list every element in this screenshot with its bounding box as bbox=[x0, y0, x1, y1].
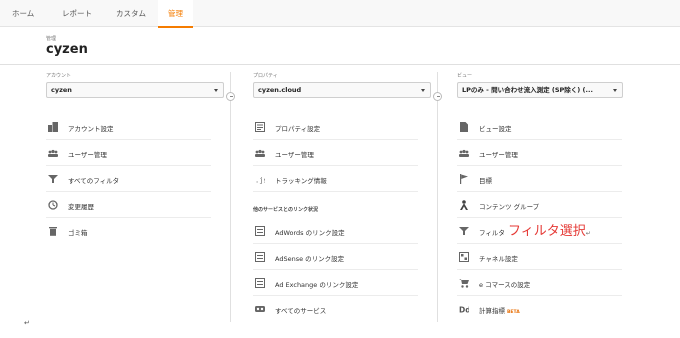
property-label: プロパティ bbox=[253, 73, 278, 79]
account-user-management-item[interactable]: ユーザー管理 bbox=[46, 140, 211, 166]
view-selected-value: LPのみ - 問い合わせ流入測定 (SP除く) (... bbox=[462, 86, 593, 94]
all-products-item[interactable]: すべてのサービス bbox=[253, 296, 418, 322]
filter-selection-annotation: フィルタ選択↵ bbox=[508, 220, 591, 239]
adwords-icon bbox=[255, 226, 265, 236]
account-change-history-item[interactable]: 変更履歴 bbox=[46, 192, 211, 218]
person-icon bbox=[460, 200, 468, 210]
account-settings-label: アカウント設定 bbox=[68, 125, 114, 133]
account-label: アカウント bbox=[46, 73, 72, 79]
adwords-linking-item[interactable]: AdWords のリンク設定 bbox=[253, 218, 418, 244]
calculated-metrics-label: 計算指標 BETA bbox=[479, 305, 520, 315]
goals-item[interactable]: 目標 bbox=[457, 166, 622, 192]
trash-icon bbox=[49, 227, 57, 236]
document-icon bbox=[460, 122, 468, 132]
adsense-linking-item[interactable]: AdSense のリンク設定 bbox=[253, 244, 418, 270]
filter-icon bbox=[459, 227, 469, 235]
channel-icon bbox=[459, 252, 469, 262]
property-items: プロパティ設定 ユーザー管理 .js トラッキング情報 他のサービスとのリンク状… bbox=[253, 114, 431, 324]
view-user-management-label: ユーザー管理 bbox=[479, 151, 518, 159]
property-settings-icon bbox=[255, 122, 265, 132]
view-selector[interactable]: LPのみ - 問い合わせ流入測定 (SP除く) (... bbox=[457, 82, 623, 98]
content-grouping-item[interactable]: コンテンツ グループ bbox=[457, 192, 622, 218]
arrow-icon bbox=[433, 92, 442, 101]
flag-icon bbox=[460, 174, 468, 184]
ecommerce-settings-item[interactable]: e コマースの設定 bbox=[457, 270, 622, 296]
tab-custom[interactable]: カスタム bbox=[106, 0, 156, 27]
chevron-down-icon bbox=[214, 89, 218, 92]
users-icon bbox=[255, 149, 265, 157]
adwords-linking-label: AdWords のリンク設定 bbox=[275, 229, 345, 237]
tab-reports[interactable]: レポート bbox=[52, 0, 102, 27]
view-label: ビュー bbox=[457, 73, 473, 79]
account-all-filters-label: すべてのフィルタ bbox=[68, 177, 120, 185]
tab-admin[interactable]: 管理 bbox=[158, 0, 193, 28]
channel-settings-item[interactable]: チャネル設定 bbox=[457, 244, 622, 270]
all-products-label: すべてのサービス bbox=[275, 307, 327, 315]
property-column: プロパティ cyzen.cloud bbox=[253, 72, 431, 98]
svg-text:.js: .js bbox=[255, 177, 265, 185]
account-all-filters-item[interactable]: すべてのフィルタ bbox=[46, 166, 211, 192]
goals-label: 目標 bbox=[479, 177, 492, 185]
return-mark: ↵ bbox=[585, 230, 591, 237]
js-icon: .js bbox=[255, 177, 265, 185]
account-trash-label: ゴミ箱 bbox=[68, 229, 88, 237]
tracking-info-item[interactable]: .js トラッキング情報 bbox=[253, 166, 418, 192]
column-divider bbox=[437, 72, 438, 322]
link-icon bbox=[255, 306, 265, 312]
calculated-metrics-text: 計算指標 bbox=[479, 307, 505, 315]
users-icon bbox=[48, 149, 58, 157]
account-items: アカウント設定 ユーザー管理 すべてのフィルタ 変更履歴 ゴミ箱 bbox=[46, 114, 224, 254]
account-selector[interactable]: cyzen bbox=[46, 82, 224, 98]
ad-exchange-linking-label: Ad Exchange のリンク設定 bbox=[275, 281, 359, 289]
cart-icon bbox=[459, 279, 469, 288]
property-selector[interactable]: cyzen.cloud bbox=[253, 82, 431, 98]
annotation-text: フィルタ選択 bbox=[508, 224, 586, 239]
filter-icon bbox=[48, 175, 58, 183]
property-settings-label: プロパティ設定 bbox=[275, 125, 321, 133]
account-trash-item[interactable]: ゴミ箱 bbox=[46, 218, 211, 244]
channel-settings-label: チャネル設定 bbox=[479, 255, 518, 263]
ad-exchange-icon bbox=[255, 278, 265, 288]
page-title: cyzen bbox=[46, 42, 88, 57]
tracking-info-label: トラッキング情報 bbox=[275, 177, 327, 185]
property-user-management-label: ユーザー管理 bbox=[275, 151, 314, 159]
product-linking-heading: 他のサービスとのリンク状況 bbox=[253, 207, 318, 213]
view-filters-label: フィルタ bbox=[479, 229, 505, 237]
chevron-down-icon bbox=[613, 89, 617, 92]
view-settings-item[interactable]: ビュー設定 bbox=[457, 114, 622, 140]
view-settings-label: ビュー設定 bbox=[479, 125, 512, 133]
dd-icon: Dd bbox=[459, 306, 469, 315]
chevron-down-icon bbox=[421, 89, 425, 92]
top-nav: ホーム レポート カスタム 管理 bbox=[0, 0, 680, 28]
property-selected-value: cyzen.cloud bbox=[258, 86, 302, 94]
building-icon bbox=[48, 122, 58, 132]
view-user-management-item[interactable]: ユーザー管理 bbox=[457, 140, 622, 166]
ecommerce-settings-label: e コマースの設定 bbox=[479, 281, 531, 289]
ad-exchange-linking-item[interactable]: Ad Exchange のリンク設定 bbox=[253, 270, 418, 296]
adsense-linking-label: AdSense のリンク設定 bbox=[275, 255, 345, 263]
property-settings-item[interactable]: プロパティ設定 bbox=[253, 114, 418, 140]
content-grouping-label: コンテンツ グループ bbox=[479, 203, 540, 211]
property-user-management-item[interactable]: ユーザー管理 bbox=[253, 140, 418, 166]
account-change-history-label: 変更履歴 bbox=[68, 203, 94, 211]
account-selected-value: cyzen bbox=[51, 86, 72, 94]
adsense-icon bbox=[255, 252, 265, 262]
view-column: ビュー LPのみ - 問い合わせ流入測定 (SP除く) (... bbox=[457, 72, 623, 98]
breadcrumb: 管理 bbox=[46, 36, 57, 42]
view-items: ビュー設定 ユーザー管理 目標 コンテンツ グループ フィルタ チャネル設定 e… bbox=[457, 114, 635, 322]
header-divider bbox=[0, 64, 680, 65]
arrow-icon bbox=[226, 92, 235, 101]
account-column: アカウント cyzen bbox=[46, 72, 224, 98]
svg-text:Dd: Dd bbox=[459, 306, 469, 315]
users-icon bbox=[459, 149, 469, 157]
beta-badge: BETA bbox=[507, 310, 520, 315]
history-icon bbox=[48, 200, 58, 210]
column-divider bbox=[230, 72, 231, 322]
account-settings-item[interactable]: アカウント設定 bbox=[46, 114, 211, 140]
account-user-management-label: ユーザー管理 bbox=[68, 151, 107, 159]
paragraph-mark: ↵ bbox=[24, 319, 30, 327]
tab-home[interactable]: ホーム bbox=[2, 0, 44, 27]
calculated-metrics-item[interactable]: Dd 計算指標 BETA bbox=[457, 296, 622, 322]
